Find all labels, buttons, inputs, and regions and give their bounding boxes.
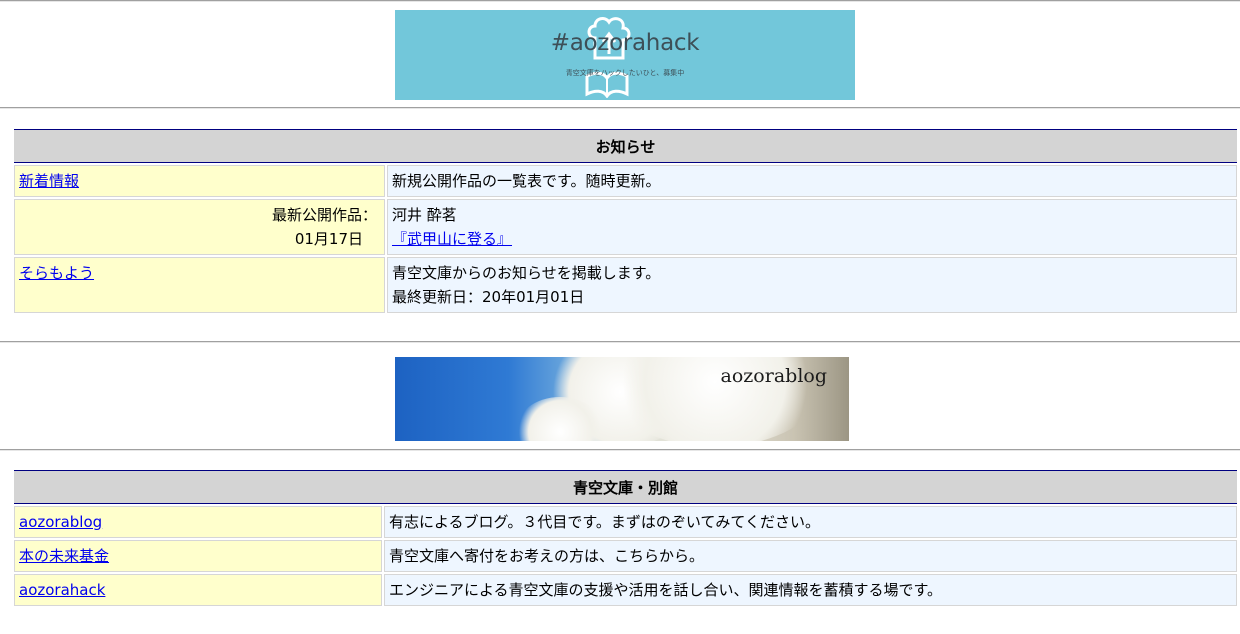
notice-row-left: 新着情報 xyxy=(14,165,385,197)
soramoyou-updated: 最終更新日：20年01月01日 xyxy=(392,288,585,306)
table-row: aozorahack エンジニアによる青空文庫の支援や活用を話し合い、関連情報を… xyxy=(14,574,1237,606)
notice-row-right: 青空文庫からのお知らせを掲載します。 最終更新日：20年01月01日 xyxy=(387,257,1237,313)
latest-work-date: 01月17日 xyxy=(294,230,363,248)
table-row: 本の未来基金 青空文庫へ寄付をお考えの方は、こちらから。 xyxy=(14,540,1237,572)
annex-row-right: 青空文庫へ寄付をお考えの方は、こちらから。 xyxy=(384,540,1237,572)
latest-work-cell: 河井 酔茗 『武甲山に登る』 xyxy=(387,199,1237,255)
divider-after-hack-banner xyxy=(0,107,1240,109)
table-row: aozorablog 有志によるブログ。３代目です。まずはのぞいてみてください。 xyxy=(14,506,1237,538)
annex-row-left: aozorahack xyxy=(14,574,382,606)
table-row: そらもよう 青空文庫からのお知らせを掲載します。 最終更新日：20年01月01日 xyxy=(14,257,1237,313)
table-row: 新着情報 新規公開作品の一覧表です。随時更新。 xyxy=(14,165,1237,197)
annex-table: 青空文庫・別館 aozorablog 有志によるブログ。３代目です。まずはのぞい… xyxy=(12,468,1239,608)
annex-header: 青空文庫・別館 xyxy=(14,470,1237,504)
soramoyou-link[interactable]: そらもよう xyxy=(19,264,94,282)
new-arrivals-link[interactable]: 新着情報 xyxy=(19,172,79,190)
aozorahack-link[interactable]: aozorahack xyxy=(19,581,105,599)
book-cloud-icon xyxy=(585,17,631,98)
annex-row-right: 有志によるブログ。３代目です。まずはのぞいてみてください。 xyxy=(384,506,1237,538)
blog-banner-title: aozorablog xyxy=(720,365,827,387)
annex-row-left: 本の未来基金 xyxy=(14,540,382,572)
notice-row-right: 新規公開作品の一覧表です。随時更新。 xyxy=(387,165,1237,197)
future-of-books-fund-link[interactable]: 本の未来基金 xyxy=(19,547,109,565)
latest-work-label-cell: 最新公開作品： 01月17日 xyxy=(14,199,385,255)
top-divider xyxy=(0,0,1240,2)
divider-after-blog-banner xyxy=(0,449,1240,451)
soramoyou-description: 青空文庫からのお知らせを掲載します。 xyxy=(392,264,661,282)
hack-banner-title: #aozorahack xyxy=(550,30,700,56)
aozorablog-banner[interactable]: aozorablog xyxy=(395,357,849,441)
latest-work-title-link[interactable]: 『武甲山に登る』 xyxy=(392,230,512,248)
annex-row-left: aozorablog xyxy=(14,506,382,538)
table-row: 最新公開作品： 01月17日 河井 酔茗 『武甲山に登る』 xyxy=(14,199,1237,255)
annex-row-right: エンジニアによる青空文庫の支援や活用を話し合い、関連情報を蓄積する場です。 xyxy=(384,574,1237,606)
notice-row-left: そらもよう xyxy=(14,257,385,313)
divider-after-notice xyxy=(0,341,1240,343)
hack-banner-subtitle: 青空文庫をハックしたいひと、募集中 xyxy=(565,69,685,77)
notice-header: お知らせ xyxy=(14,129,1237,163)
aozorablog-link[interactable]: aozorablog xyxy=(19,513,102,531)
latest-work-label: 最新公開作品： xyxy=(271,206,377,224)
latest-work-author: 河井 酔茗 xyxy=(392,206,457,224)
aozorahack-banner[interactable]: #aozorahack 青空文庫をハックしたいひと、募集中 xyxy=(395,10,855,100)
notice-table: お知らせ 新着情報 新規公開作品の一覧表です。随時更新。 最新公開作品： 01月… xyxy=(12,127,1239,315)
